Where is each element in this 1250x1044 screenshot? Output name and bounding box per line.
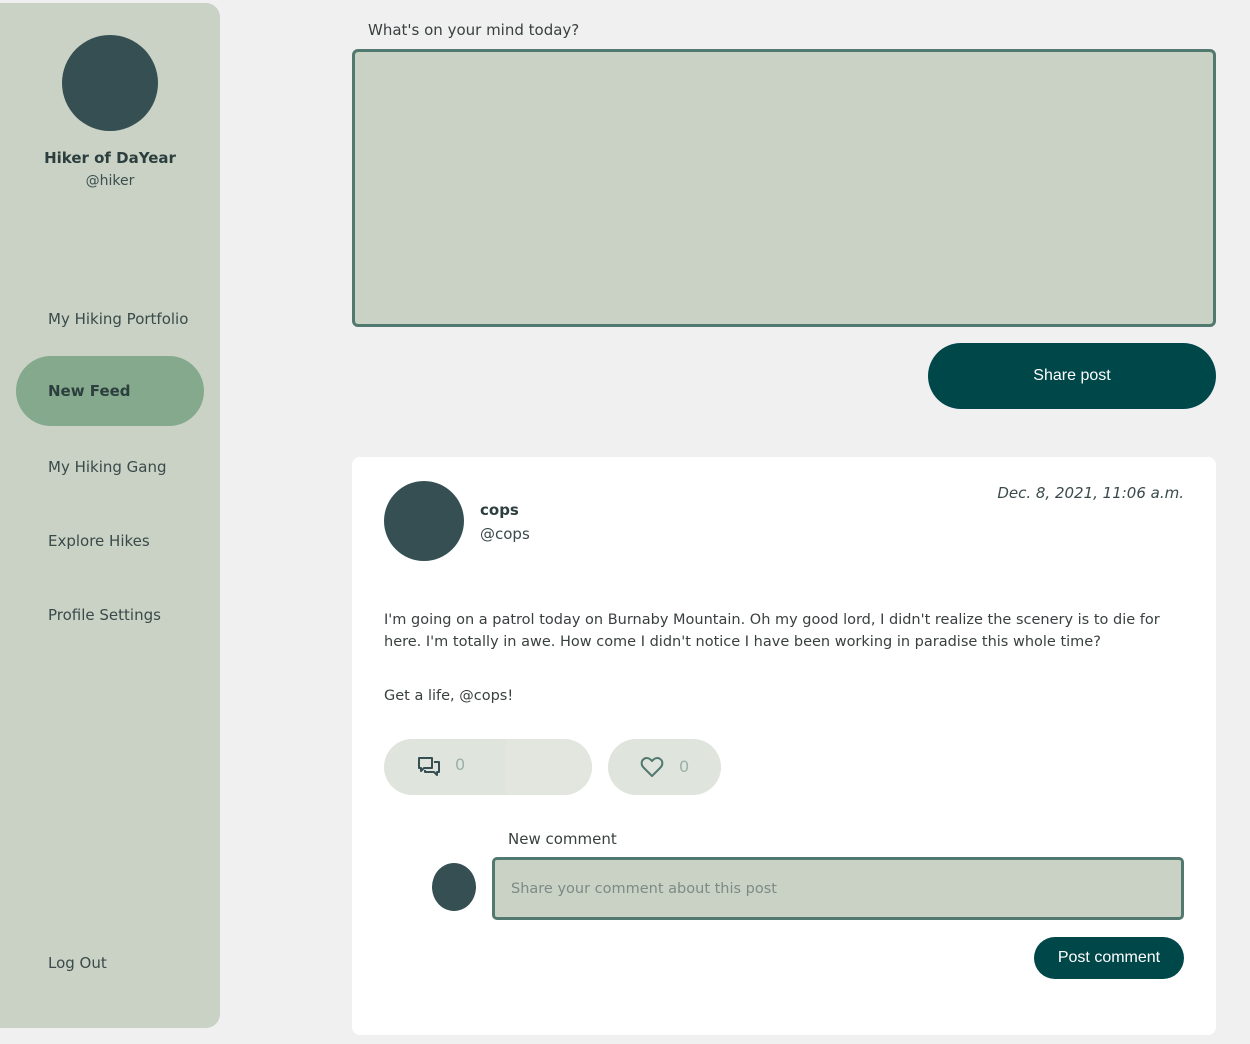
sidebar-item-log-out[interactable]: Log Out <box>16 928 204 998</box>
heart-icon <box>640 756 664 778</box>
post-author-avatar[interactable] <box>384 481 464 561</box>
post-comment-button[interactable]: Post comment <box>1034 937 1184 979</box>
sidebar-item-label: Log Out <box>48 954 107 972</box>
user-handle: @hiker <box>85 173 135 189</box>
sidebar-item-label: Profile Settings <box>48 606 161 624</box>
sidebar-item-explore-hikes[interactable]: Explore Hikes <box>16 506 204 576</box>
composer-label: What's on your mind today? <box>368 21 580 39</box>
sidebar-item-label: Explore Hikes <box>48 532 150 550</box>
commenter-avatar <box>432 863 476 911</box>
post-paragraph: I'm going on a patrol today on Burnaby M… <box>384 612 1160 650</box>
user-avatar[interactable] <box>62 35 158 131</box>
share-post-button[interactable]: Share post <box>928 343 1216 409</box>
sidebar-item-label: New Feed <box>48 382 131 400</box>
button-shade <box>506 739 592 795</box>
like-button[interactable]: 0 <box>608 739 721 795</box>
post-paragraph: Get a life, @cops! <box>384 688 514 704</box>
comment-count-button[interactable]: 0 <box>384 739 592 795</box>
sidebar-item-hiking-portfolio[interactable]: My Hiking Portfolio <box>16 284 204 354</box>
post-body: I'm going on a patrol today on Burnaby M… <box>384 609 1184 707</box>
sidebar-item-label: My Hiking Portfolio <box>48 310 189 328</box>
sidebar: Hiker of DaYear @hiker My Hiking Portfol… <box>0 3 220 1028</box>
post-card: cops @cops Dec. 8, 2021, 11:06 a.m. I'm … <box>352 457 1216 1035</box>
comment-input[interactable] <box>492 857 1184 920</box>
post-date: Dec. 8, 2021, 11:06 a.m. <box>997 484 1184 502</box>
post-author-handle[interactable]: @cops <box>480 525 530 543</box>
sidebar-item-hiking-gang[interactable]: My Hiking Gang <box>16 432 204 502</box>
post-textarea[interactable] <box>352 49 1216 327</box>
sidebar-item-profile-settings[interactable]: Profile Settings <box>16 580 204 650</box>
comment-count: 0 <box>455 755 466 774</box>
post-author-name[interactable]: cops <box>480 501 519 519</box>
sidebar-item-new-feed[interactable]: New Feed <box>16 356 204 426</box>
comment-icon <box>417 756 441 778</box>
user-name: Hiker of DaYear <box>44 149 176 167</box>
sidebar-item-label: My Hiking Gang <box>48 458 167 476</box>
like-count: 0 <box>679 757 690 776</box>
new-comment-label: New comment <box>508 830 617 848</box>
